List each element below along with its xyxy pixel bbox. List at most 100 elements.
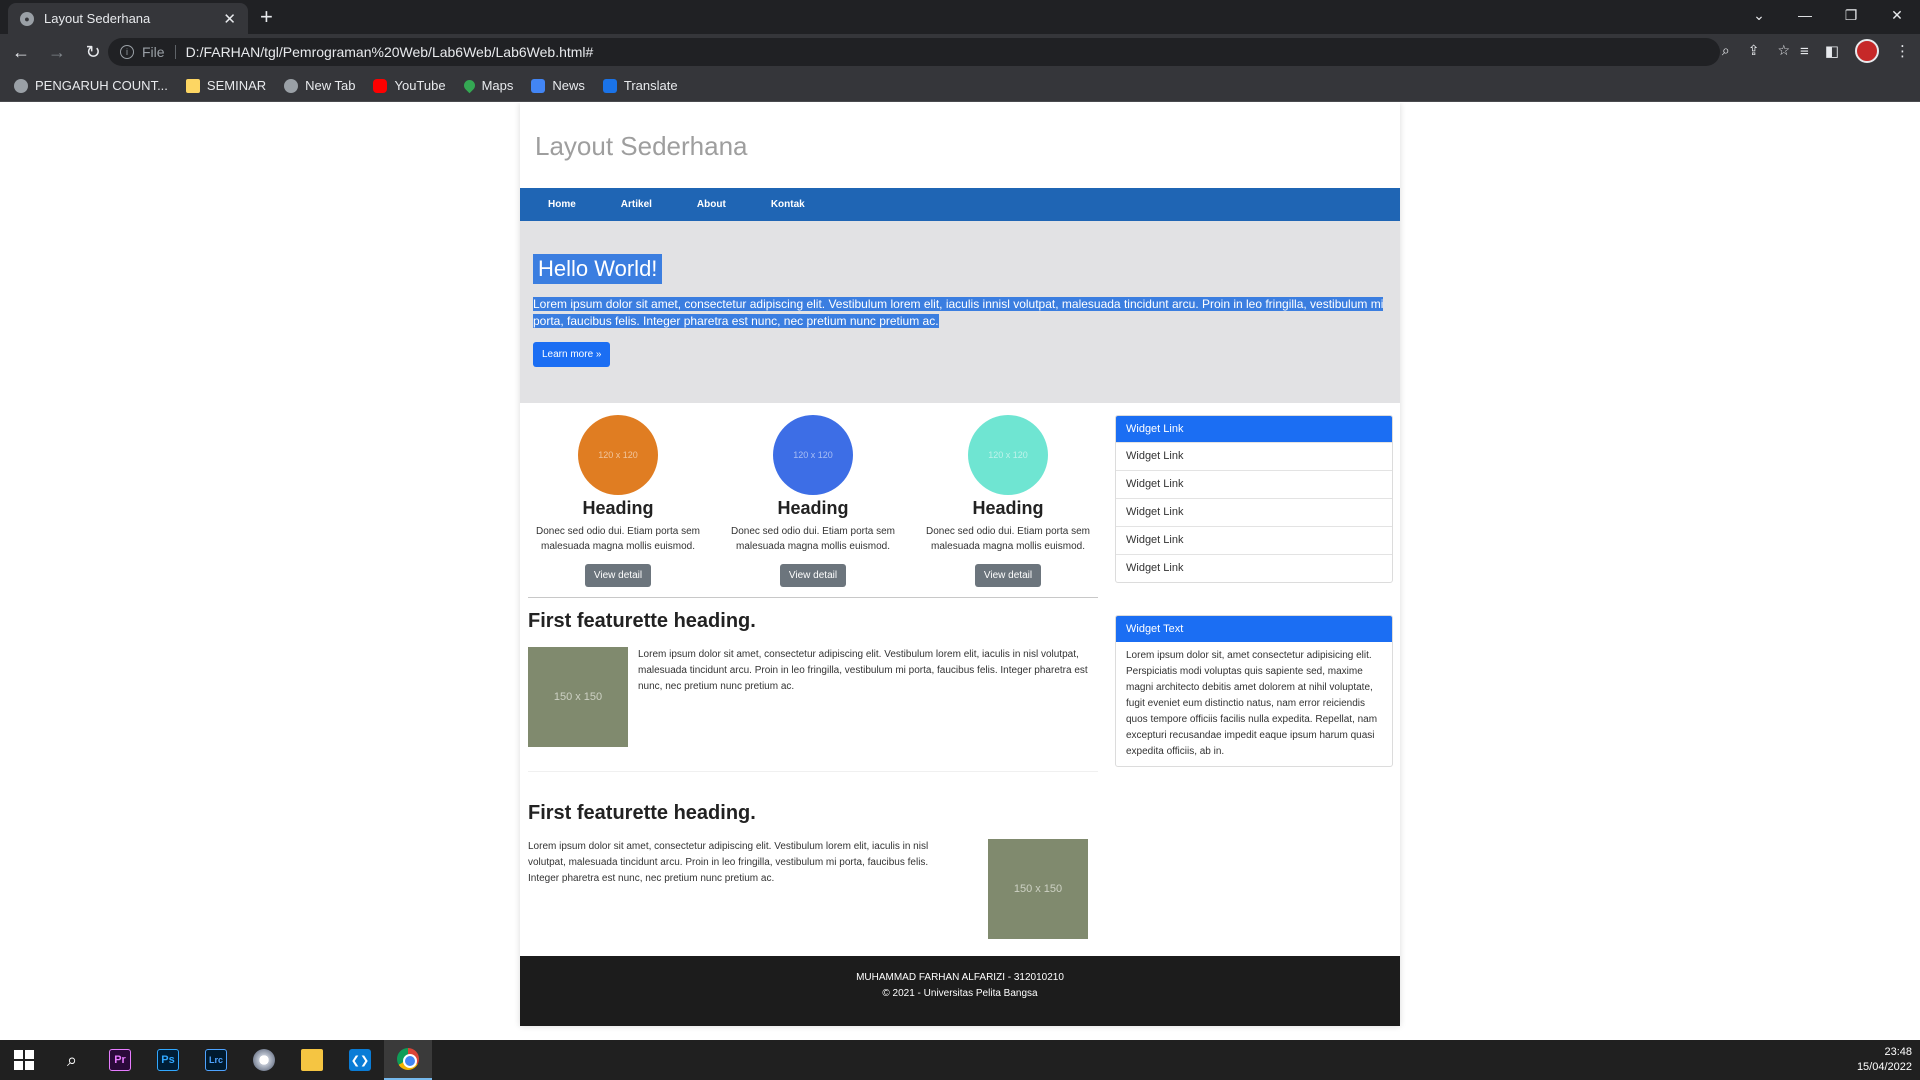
bookmark-label: YouTube: [394, 78, 446, 93]
close-window-icon[interactable]: ✕: [1874, 0, 1920, 30]
clock-time: 23:48: [1884, 1046, 1912, 1058]
reload-icon[interactable]: ↻: [78, 42, 108, 63]
forward-icon[interactable]: →: [42, 42, 72, 63]
bookmark-item[interactable]: SEMINAR: [185, 78, 267, 93]
nav-home[interactable]: Home: [548, 199, 576, 210]
hero-title: Hello World!: [533, 254, 663, 284]
bookmark-label: Maps: [481, 78, 514, 93]
section-divider: [528, 771, 1098, 772]
youtube-icon: [373, 78, 388, 93]
news-icon: [531, 78, 546, 93]
back-icon[interactable]: ←: [6, 42, 36, 63]
taskbar-app[interactable]: ❮❯: [336, 1040, 384, 1080]
taskbar-app[interactable]: Ps: [144, 1040, 192, 1080]
site-footer: MUHAMMAD FARHAN ALFARIZI - 312010210 © 2…: [520, 956, 1400, 1026]
zoom-icon[interactable]: ⌕: [1722, 42, 1730, 59]
featurette-text: Lorem ipsum dolor sit amet, consectetur …: [638, 649, 1088, 692]
restore-icon[interactable]: ❐: [1828, 0, 1874, 30]
taskbar-app-active[interactable]: [384, 1040, 432, 1080]
featurette: Lorem ipsum dolor sit amet, consectetur …: [528, 839, 1098, 939]
side-panel-icon[interactable]: ◧: [1825, 42, 1839, 60]
widget-links-header[interactable]: Widget Link: [1116, 416, 1392, 442]
featurette-image: 150 x 150: [528, 647, 628, 747]
widget-text-header: Widget Text: [1116, 616, 1392, 642]
view-detail-button[interactable]: View detail: [974, 564, 1042, 587]
start-button[interactable]: [0, 1040, 48, 1080]
bookmark-item[interactable]: PENGARUH COUNT...: [14, 78, 168, 93]
bookmark-label: SEMINAR: [206, 78, 267, 93]
card: 120 x 120 Heading Donec sed odio dui. Et…: [723, 415, 903, 587]
site-title: Layout Sederhana: [535, 131, 748, 161]
site-info-icon[interactable]: i: [120, 45, 134, 59]
photoshop-icon: Ps: [157, 1049, 179, 1071]
nav-artikel[interactable]: Artikel: [621, 199, 652, 210]
view-detail-button[interactable]: View detail: [584, 564, 652, 587]
url-text[interactable]: D:/FARHAN/tgl/Pemrograman%20Web/Lab6Web/…: [186, 44, 594, 60]
taskbar: ⌕ Pr Ps Lrc ❮❯ 23:48 15/04/2022: [0, 1040, 1920, 1080]
new-tab-icon[interactable]: +: [260, 4, 273, 30]
folder-icon: [185, 78, 200, 93]
footer-author: MUHAMMAD FARHAN ALFARIZI - 312010210: [856, 972, 1064, 983]
toolbar-right: ≡ ◧ ⋮: [1800, 39, 1910, 63]
widget-text: Widget Text Lorem ipsum dolor sit, amet …: [1115, 615, 1393, 767]
window-controls: ⌄ — ❐ ✕: [1736, 0, 1920, 30]
bookmark-item[interactable]: News: [531, 78, 585, 93]
view-detail-button[interactable]: View detail: [779, 564, 847, 587]
card-heading: Heading: [972, 498, 1044, 518]
minimize-icon[interactable]: —: [1782, 0, 1828, 30]
omnibox-actions: ⌕ ⇪ ☆: [1722, 42, 1790, 59]
media-queue-icon[interactable]: ≡: [1800, 43, 1809, 60]
widget-link[interactable]: Widget Link: [1116, 498, 1392, 526]
tab-active[interactable]: ● Layout Sederhana ✕: [8, 3, 248, 34]
widget-link[interactable]: Widget Link: [1116, 470, 1392, 498]
main-nav: Home Artikel About Kontak: [520, 188, 1400, 221]
widget-link[interactable]: Widget Link: [1116, 554, 1392, 582]
file-explorer-icon: [301, 1049, 323, 1071]
bookmark-item[interactable]: Maps: [461, 77, 514, 94]
profile-avatar[interactable]: [1855, 39, 1879, 63]
page-favicon-icon: ●: [20, 11, 34, 26]
learn-more-button[interactable]: Learn more »: [533, 342, 611, 367]
card-image: 120 x 120: [773, 415, 853, 495]
hero-section: Hello World! Lorem ipsum dolor sit amet,…: [520, 221, 1400, 403]
bookmark-item[interactable]: New Tab: [284, 78, 355, 93]
taskbar-app[interactable]: [288, 1040, 336, 1080]
card-text: Donec sed odio dui. Etiam porta sem male…: [731, 526, 895, 552]
menu-kebab-icon[interactable]: ⋮: [1895, 42, 1910, 60]
bookmark-item[interactable]: YouTube: [373, 78, 446, 93]
card-text: Donec sed odio dui. Etiam porta sem male…: [926, 526, 1090, 552]
card: 120 x 120 Heading Donec sed odio dui. Et…: [528, 415, 708, 587]
lightroom-classic-icon: Lrc: [205, 1049, 227, 1071]
nav-about[interactable]: About: [697, 199, 726, 210]
bookmark-label: PENGARUH COUNT...: [35, 78, 168, 93]
featurette-text: Lorem ipsum dolor sit amet, consectetur …: [528, 841, 929, 884]
taskbar-app[interactable]: Lrc: [192, 1040, 240, 1080]
bookmarks-bar: PENGARUH COUNT... SEMINAR New Tab YouTub…: [0, 70, 1920, 102]
tab-search-icon[interactable]: ⌄: [1736, 0, 1782, 30]
page-container: Layout Sederhana Home Artikel About Kont…: [520, 103, 1400, 1026]
widget-link[interactable]: Widget Link: [1116, 442, 1392, 470]
card-heading: Heading: [777, 498, 849, 518]
bookmark-label: New Tab: [305, 78, 356, 93]
chrome-icon: [397, 1048, 419, 1070]
globe-icon: [284, 78, 299, 93]
premiere-pro-icon: Pr: [109, 1049, 131, 1071]
widget-link[interactable]: Widget Link: [1116, 526, 1392, 554]
tab-close-icon[interactable]: ✕: [223, 10, 236, 28]
taskbar-search[interactable]: ⌕: [48, 1040, 96, 1080]
translate-icon: [602, 78, 617, 93]
featurette: 150 x 150 Lorem ipsum dolor sit amet, co…: [528, 647, 1098, 747]
card-heading: Heading: [582, 498, 654, 518]
taskbar-app[interactable]: Pr: [96, 1040, 144, 1080]
widget-links: Widget Link Widget Link Widget Link Widg…: [1115, 415, 1393, 583]
system-clock[interactable]: 23:48 15/04/2022: [1857, 1045, 1912, 1075]
footer-copyright: © 2021 - Universitas Pelita Bangsa: [882, 988, 1038, 999]
bookmark-star-icon[interactable]: ☆: [1777, 42, 1790, 59]
url-scheme: File: [142, 44, 165, 60]
nav-kontak[interactable]: Kontak: [771, 199, 805, 210]
address-bar[interactable]: i File D:/FARHAN/tgl/Pemrograman%20Web/L…: [108, 38, 1720, 66]
taskbar-app[interactable]: [240, 1040, 288, 1080]
bookmark-item[interactable]: Translate: [602, 78, 678, 93]
share-icon[interactable]: ⇪: [1748, 42, 1760, 59]
widget-text-body: Lorem ipsum dolor sit, amet consectetur …: [1126, 650, 1378, 757]
